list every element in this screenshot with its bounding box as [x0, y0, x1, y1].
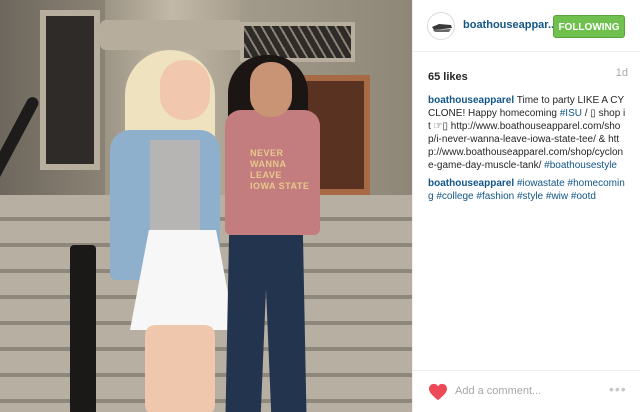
comment-username[interactable]: boathouseapparel: [428, 178, 514, 189]
railing-post: [70, 245, 96, 412]
hashtag-link[interactable]: #wiw: [546, 191, 568, 202]
more-options-icon[interactable]: •••: [609, 381, 627, 397]
hashtag-link[interactable]: #college: [436, 191, 473, 202]
person-right-face: [250, 62, 292, 117]
hashtag-link[interactable]: #style: [517, 191, 543, 202]
comment-username[interactable]: boathouseapparel: [428, 95, 514, 106]
caption-comment: boathouseapparel Time to party LIKE A CY…: [428, 94, 628, 172]
hashtag-link[interactable]: #boathousestyle: [544, 160, 617, 171]
hashtag-link[interactable]: #iowastate: [517, 178, 565, 189]
hashtag-link[interactable]: #fashion: [476, 191, 514, 202]
heart-icon[interactable]: [428, 383, 448, 401]
tags-comment: boathouseapparel #iowastate #homecoming …: [428, 177, 628, 203]
add-comment-input[interactable]: Add a comment...: [455, 385, 541, 397]
person-left-legs: [145, 325, 215, 412]
likes-count[interactable]: 65 likes: [428, 71, 468, 83]
following-button[interactable]: FOLLOWING: [553, 15, 625, 38]
post-photo[interactable]: NEVER WANNA LEAVE IOWA STATE: [0, 0, 412, 412]
pillar-capital: [100, 20, 245, 50]
person-left-shirt: [150, 140, 200, 230]
likes-row: 65 likes 1d: [428, 67, 628, 85]
post-header: boathouseappar... FOLLOWING: [413, 0, 640, 52]
comment-bar: Add a comment... •••: [413, 370, 640, 412]
person-left-face: [160, 60, 210, 120]
comment-list: boathouseapparel Time to party LIKE A CY…: [428, 94, 628, 208]
boat-logo-icon: [432, 24, 452, 32]
building-window: [40, 10, 100, 170]
avatar[interactable]: [427, 12, 455, 40]
hashtag-link[interactable]: #ISU: [560, 108, 582, 119]
hashtag-link[interactable]: #ootd: [571, 191, 596, 202]
post-sidebar: boathouseappar... FOLLOWING 65 likes 1d …: [412, 0, 640, 412]
username-link[interactable]: boathouseappar...: [463, 19, 557, 31]
shirt-print-text: NEVER WANNA LEAVE IOWA STATE: [250, 148, 310, 191]
post-age[interactable]: 1d: [616, 67, 628, 79]
